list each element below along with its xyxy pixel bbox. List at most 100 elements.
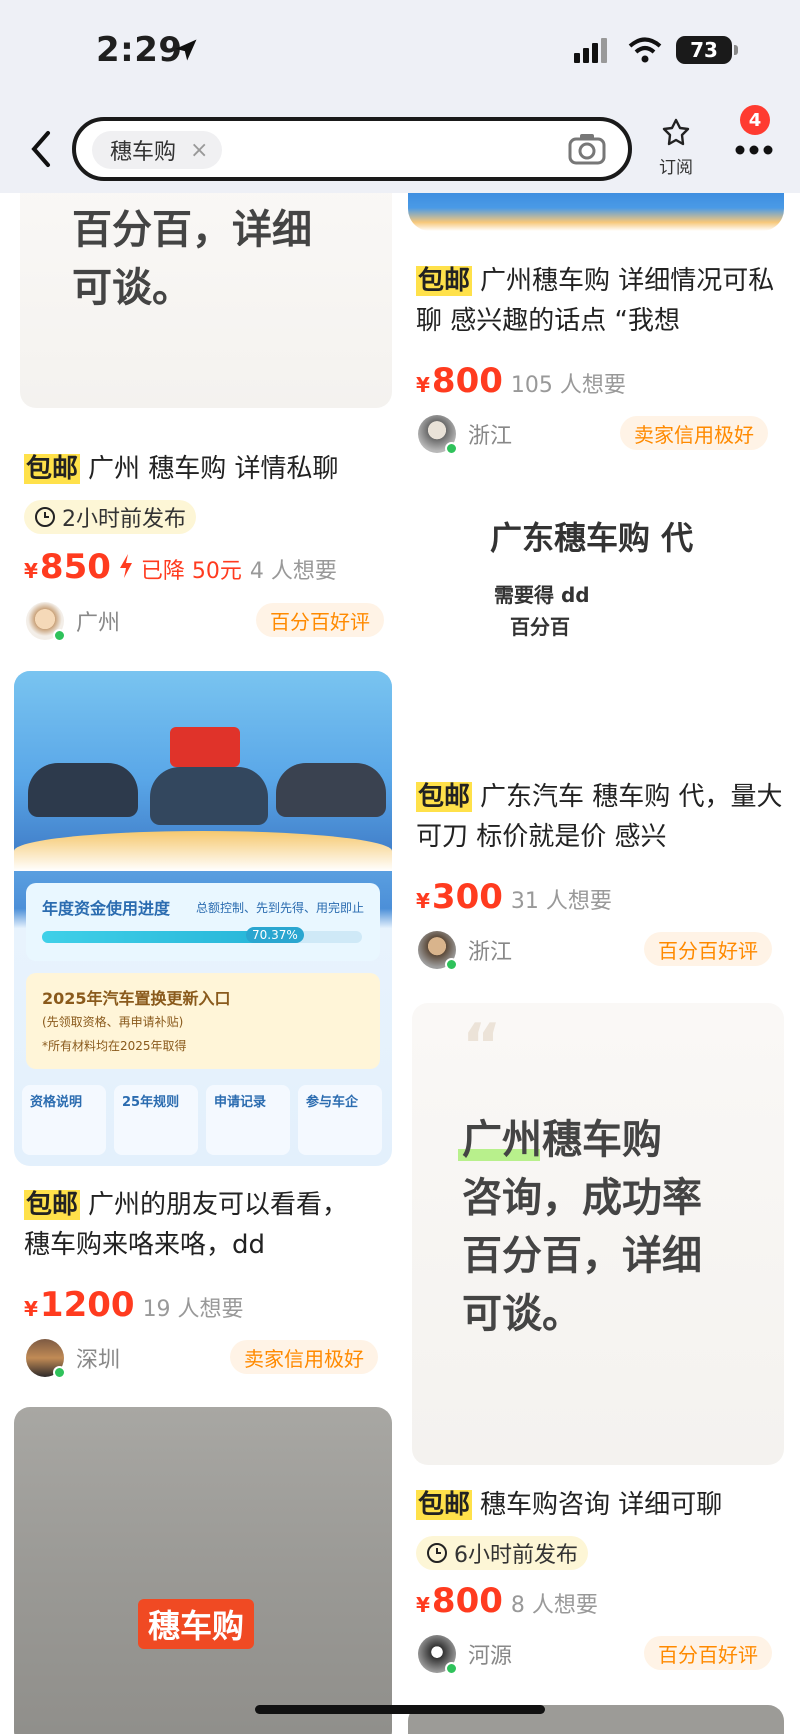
- avatar: [26, 602, 66, 642]
- ad-image-title: 广东穗车购 代: [490, 519, 694, 557]
- product-title-text: 穗车购咨询 详细可聊: [480, 1490, 723, 1520]
- free-shipping-tag: 包邮: [416, 1490, 473, 1520]
- status-icons: 73: [574, 36, 738, 64]
- product-title[interactable]: 包邮 广州的朋友可以看看，穗车购来咯来咯，dd: [24, 1185, 374, 1265]
- seller-location: 广州: [76, 611, 121, 636]
- credit-badge: 百分百好评: [644, 1636, 772, 1670]
- status-bar: 2:29 73: [0, 0, 800, 105]
- seller-info[interactable]: 河源: [418, 1635, 513, 1675]
- price: 850: [39, 547, 111, 587]
- lightning-icon: [119, 554, 132, 578]
- price-drop: 已降 50元: [140, 559, 242, 584]
- currency-symbol: ¥: [416, 889, 430, 913]
- seller-info[interactable]: 深圳: [26, 1339, 121, 1379]
- more-options-icon[interactable]: [734, 145, 774, 155]
- product-feed: 百分百，详细 可谈。 包邮 广州 穗车购 详情私聊 2小时前发布 ¥ 850 已降…: [0, 193, 800, 1734]
- seller-info[interactable]: 浙江: [418, 931, 512, 971]
- wifi-icon: [628, 37, 662, 63]
- free-shipping-tag: 包邮: [416, 266, 473, 296]
- avatar: [26, 1339, 66, 1379]
- avatar: [418, 1635, 458, 1675]
- want-count: 105 人想要: [510, 373, 626, 398]
- seller-location: 浙江: [468, 424, 513, 449]
- price-row: ¥ 800 8 人想要: [416, 1581, 598, 1621]
- entry-subtitle: *所有材料均在2025年取得: [42, 1039, 187, 1053]
- product-title[interactable]: 包邮 广东汽车 穗车购 代，量大可刀 标价就是价 感兴: [416, 777, 786, 857]
- clock-icon: [35, 507, 55, 527]
- want-count: 8 人想要: [510, 1593, 598, 1618]
- publish-time-badge: 2小时前发布: [24, 500, 196, 534]
- progress-value: 70.37%: [246, 927, 304, 943]
- product-image[interactable]: 广东穗车购 代 需要得 dd 百分百: [408, 513, 784, 753]
- quote-mark-icon: “: [462, 1011, 502, 1081]
- credit-badge: 卖家信用极好: [620, 416, 768, 450]
- product-title[interactable]: 包邮 广州 穗车购 详情私聊: [24, 449, 384, 489]
- currency-symbol: ¥: [24, 559, 38, 583]
- search-keyword-label: 穗车购: [110, 140, 177, 165]
- avatar: [418, 931, 458, 971]
- seller-info[interactable]: 浙江: [418, 415, 513, 455]
- gift-box: [170, 727, 240, 767]
- free-shipping-tag: 包邮: [24, 1190, 81, 1220]
- product-title[interactable]: 包邮 穗车购咨询 详细可聊: [416, 1485, 786, 1525]
- product-image[interactable]: “ 广州穗车购 咨询，成功率 百分百，详细 可谈。: [412, 1003, 784, 1465]
- car-shape: [28, 763, 138, 817]
- poster-tab: 25年规则: [114, 1085, 198, 1155]
- poster-tab: 参与车企: [298, 1085, 382, 1155]
- search-keyword-chip[interactable]: 穗车购 ×: [92, 131, 223, 169]
- clock-icon: [427, 1543, 447, 1563]
- clear-keyword-icon[interactable]: ×: [190, 138, 208, 163]
- product-image[interactable]: 穗车购: [14, 1407, 392, 1734]
- want-count: 19 人想要: [142, 1297, 244, 1322]
- product-title[interactable]: 包邮 广州穗车购 详细情况可私聊 感兴趣的话点 “我想: [416, 261, 786, 341]
- free-shipping-tag: 包邮: [24, 454, 81, 484]
- currency-symbol: ¥: [416, 1593, 430, 1617]
- product-image[interactable]: 年度资金使用进度 总额控制、先到先得、用完即止 70.37% 2025年汽车置换…: [14, 671, 392, 1166]
- ad-image-line: 需要得 dd: [494, 583, 590, 607]
- progress-track: [42, 931, 362, 943]
- price: 1200: [39, 1285, 135, 1325]
- entry-panel: 2025年汽车置换更新入口 (先领取资格、再申请补贴) *所有材料均在2025年…: [26, 973, 380, 1069]
- currency-symbol: ¥: [416, 373, 430, 397]
- pin-icon: [662, 118, 690, 146]
- price-row: ¥ 300 31 人想要: [416, 877, 612, 917]
- notification-badge: 4: [740, 105, 770, 135]
- product-image-text: 百分百，详细 可谈。: [72, 207, 312, 311]
- credit-badge: 卖家信用极好: [230, 1340, 378, 1374]
- progress-subtitle: 总额控制、先到先得、用完即止: [196, 901, 365, 915]
- progress-panel: 年度资金使用进度 总额控制、先到先得、用完即止 70.37%: [26, 883, 380, 961]
- status-time: 2:29: [96, 30, 183, 70]
- car-shape: [150, 767, 268, 825]
- subscribe-label: 订阅: [659, 158, 693, 178]
- credit-badge: 百分百好评: [644, 932, 772, 966]
- credit-badge: 百分百好评: [256, 603, 384, 637]
- seller-info[interactable]: 广州: [26, 602, 121, 642]
- subscribe-button[interactable]: 订阅: [656, 117, 696, 178]
- back-arrow-icon[interactable]: [26, 129, 56, 169]
- seller-location: 深圳: [76, 1348, 121, 1373]
- ad-image-line: 百分百: [510, 615, 570, 639]
- product-image[interactable]: 百分百，详细 可谈。: [20, 193, 392, 408]
- product-title-text: 广州 穗车购 详情私聊: [88, 454, 339, 484]
- progress-fill: [42, 931, 268, 943]
- location-arrow-icon: [175, 39, 197, 61]
- poster-hero: [14, 671, 392, 871]
- car-shape: [276, 763, 386, 817]
- price-row: ¥ 800 105 人想要: [416, 361, 626, 401]
- home-indicator: [255, 1705, 545, 1714]
- poster-tabs: 资格说明 25年规则 申请记录 参与车企: [22, 1085, 386, 1155]
- progress-title: 年度资金使用进度: [42, 899, 171, 918]
- product-image-label: 穗车购: [138, 1599, 255, 1649]
- seller-location: 河源: [468, 1644, 513, 1669]
- price: 300: [431, 877, 503, 917]
- poster-tab: 资格说明: [22, 1085, 106, 1155]
- product-image[interactable]: [408, 193, 784, 231]
- camera-icon[interactable]: [568, 133, 606, 165]
- price-row: ¥ 850 已降 50元 4 人想要: [24, 547, 337, 587]
- publish-time: 2小时前发布: [62, 507, 186, 532]
- entry-subtitle: (先领取资格、再申请补贴): [42, 1015, 184, 1029]
- search-nav-bar: 穗车购 × 订阅 4: [0, 105, 800, 193]
- want-count: 31 人想要: [510, 889, 612, 914]
- search-input[interactable]: 穗车购 ×: [72, 117, 632, 181]
- price: 800: [431, 361, 503, 401]
